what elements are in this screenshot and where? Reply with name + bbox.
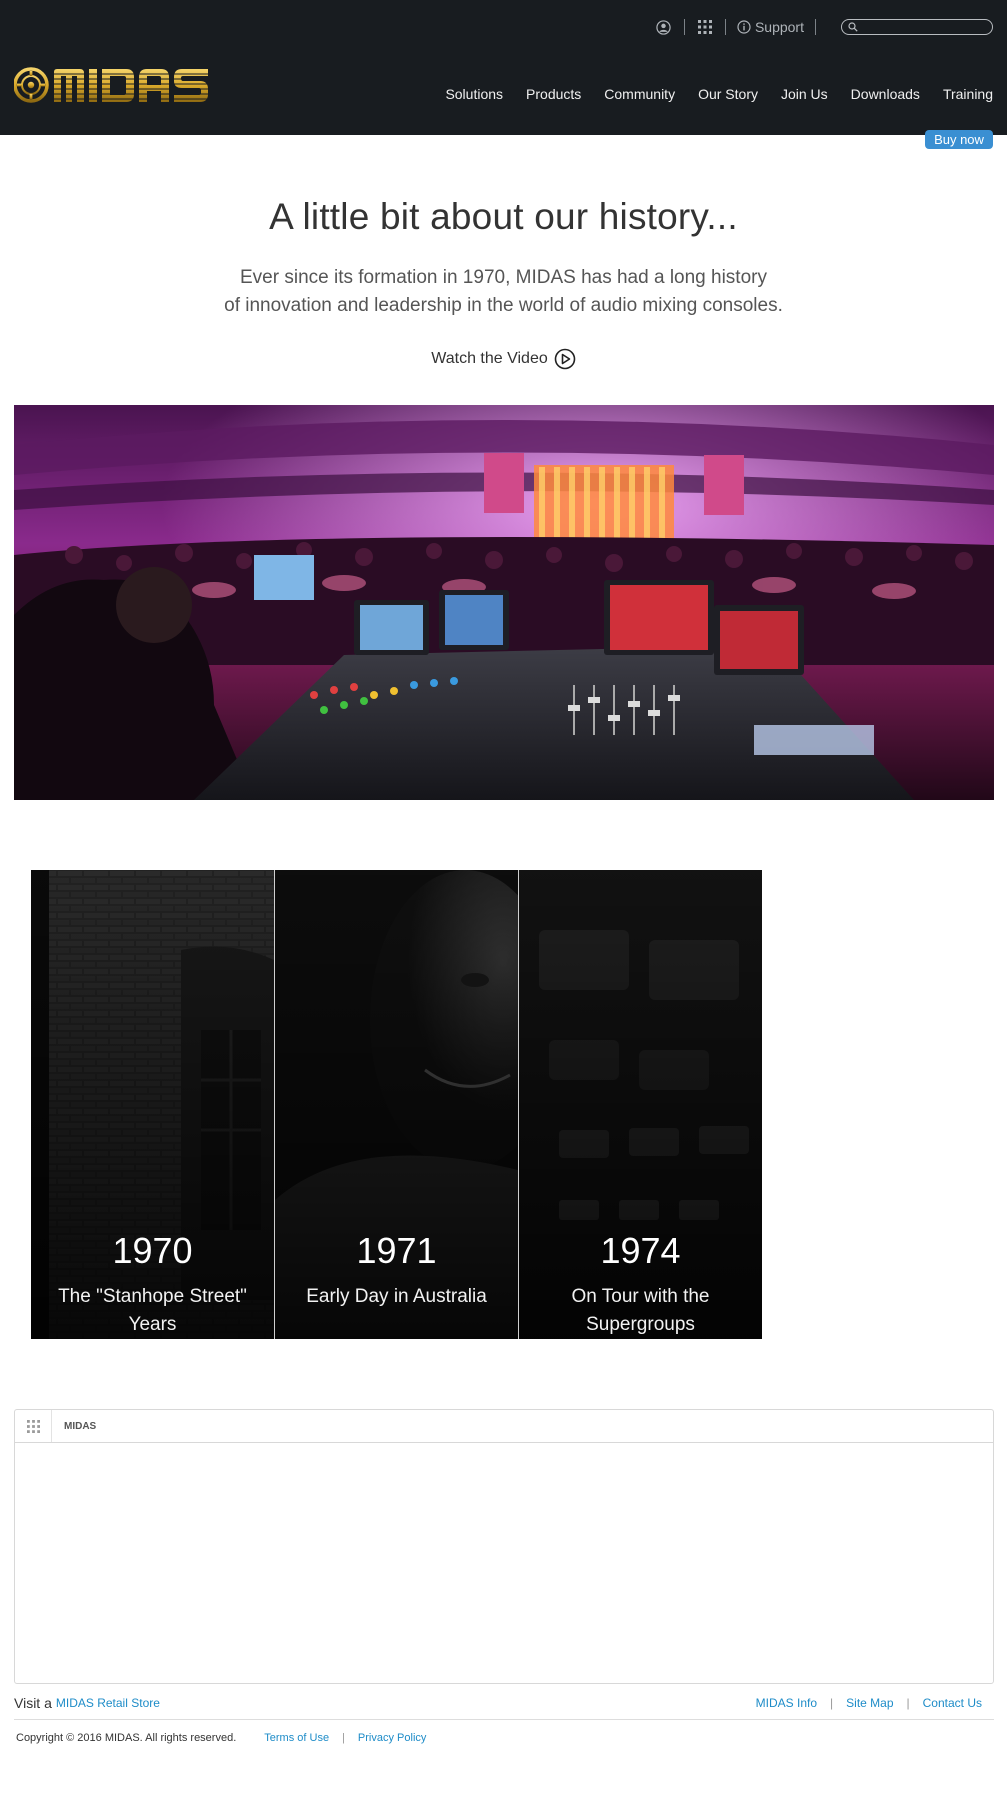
play-circle-icon xyxy=(554,348,576,370)
footer-bottom: Copyright © 2016 MIDAS. All rights reser… xyxy=(16,1732,426,1744)
hero-photo xyxy=(14,405,994,800)
search-icon xyxy=(848,22,858,32)
footer-top: Visit a MIDAS Retail Store MIDAS Info | … xyxy=(14,1694,994,1712)
buy-now-button[interactable]: Buy now xyxy=(925,130,993,149)
separator: | xyxy=(830,1696,834,1710)
midas-info-link[interactable]: MIDAS Info xyxy=(756,1696,817,1710)
timeline-caption: The "Stanhope Street" Years xyxy=(58,1286,247,1335)
timeline-tile-1970[interactable]: 1970 The "Stanhope Street" Years xyxy=(31,870,275,1339)
timeline-tile-1971[interactable]: 1971 Early Day in Australia xyxy=(275,870,519,1339)
utility-bar: Support xyxy=(655,14,993,40)
contact-us-link[interactable]: Contact Us xyxy=(923,1696,982,1710)
nav-products[interactable]: Products xyxy=(526,86,581,102)
nav-downloads[interactable]: Downloads xyxy=(851,86,920,102)
feed-title: MIDAS xyxy=(64,1420,97,1432)
timeline-year: 1970 xyxy=(112,1230,193,1271)
watch-video-label: Watch the Video xyxy=(431,350,548,367)
main-nav: Solutions Products Community Our Story J… xyxy=(422,86,993,102)
timeline-caption: On Tour with the Supergroups xyxy=(571,1286,710,1335)
nav-solutions[interactable]: Solutions xyxy=(445,86,503,102)
separator xyxy=(724,19,726,35)
grid-icon[interactable] xyxy=(15,1410,52,1442)
page-title: A little bit about our history... xyxy=(269,196,738,237)
terms-of-use-link[interactable]: Terms of Use xyxy=(264,1732,329,1744)
site-header: Support Solutions Products Community Our… xyxy=(0,0,1007,135)
site-map-link[interactable]: Site Map xyxy=(846,1696,893,1710)
timeline-tiles: 1970 The "Stanhope Street" Years 1971 Ea… xyxy=(31,870,763,1339)
nav-our-story[interactable]: Our Story xyxy=(698,86,758,102)
privacy-policy-link[interactable]: Privacy Policy xyxy=(358,1732,426,1744)
intro-text-line: of innovation and leadership in the worl… xyxy=(224,295,783,316)
timeline-year: 1971 xyxy=(356,1230,437,1271)
user-icon[interactable] xyxy=(655,18,673,36)
intro-text: Ever since its formation in 1970, MIDAS … xyxy=(0,264,1007,320)
info-icon xyxy=(737,20,751,34)
support-link[interactable]: Support xyxy=(737,19,804,35)
search-input[interactable] xyxy=(858,20,982,34)
visit-prefix: Visit a xyxy=(14,1695,52,1711)
nav-join-us[interactable]: Join Us xyxy=(781,86,828,102)
support-label: Support xyxy=(754,19,804,35)
separator xyxy=(683,19,685,35)
intro-text-line: Ever since its formation in 1970, MIDAS … xyxy=(240,267,767,288)
footer-divider xyxy=(14,1719,994,1720)
grid-icon[interactable] xyxy=(696,18,714,36)
feed-header: MIDAS xyxy=(15,1410,993,1443)
midas-logo[interactable] xyxy=(14,66,252,104)
timeline-tile-1974[interactable]: 1974 On Tour with the Supergroups xyxy=(519,870,762,1339)
watch-video-link[interactable]: Watch the Video xyxy=(0,348,1007,370)
feed-widget: MIDAS xyxy=(14,1409,994,1684)
footer-links: MIDAS Info | Site Map | Contact Us xyxy=(756,1696,994,1710)
separator: | xyxy=(906,1696,910,1710)
separator: | xyxy=(342,1732,345,1744)
copyright-text: Copyright © 2016 MIDAS. All rights reser… xyxy=(16,1732,237,1744)
nav-community[interactable]: Community xyxy=(604,86,675,102)
search-box xyxy=(841,19,993,35)
timeline-year: 1974 xyxy=(600,1230,681,1271)
timeline-caption: Early Day in Australia xyxy=(306,1286,487,1307)
separator xyxy=(815,19,816,35)
retail-store-link[interactable]: MIDAS Retail Store xyxy=(56,1696,160,1710)
nav-training[interactable]: Training xyxy=(943,86,993,102)
